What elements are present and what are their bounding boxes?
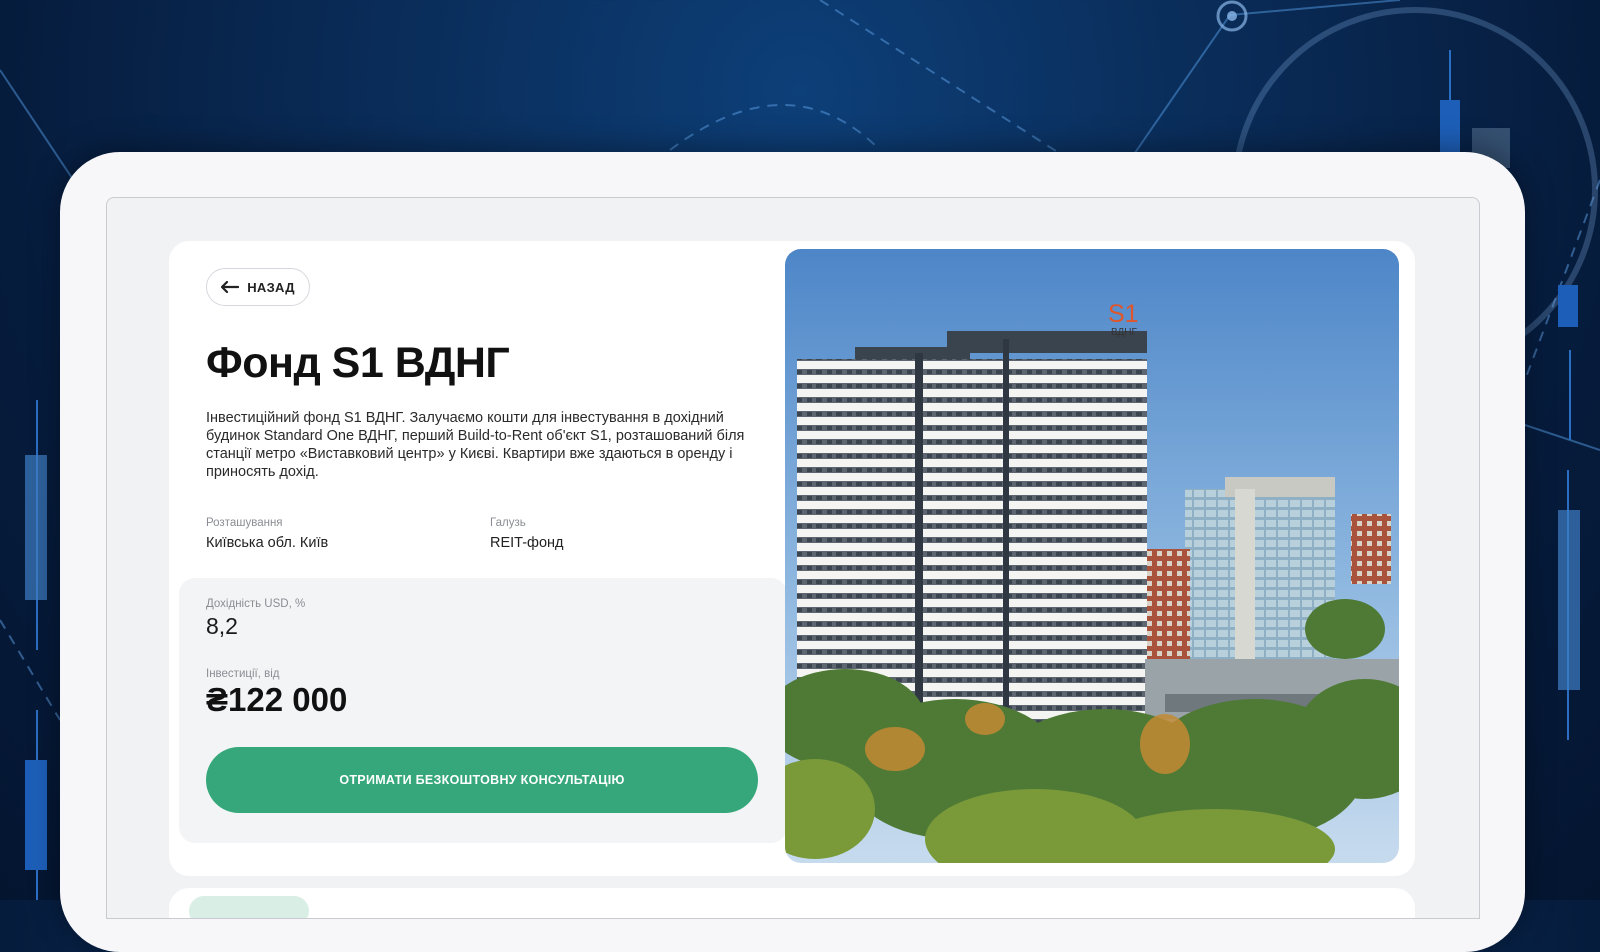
building-photo: S1 ВДНГ (785, 249, 1399, 863)
location-label: Розташування (206, 517, 283, 529)
industry-label: Галузь (490, 517, 526, 529)
arrow-left-icon (221, 281, 240, 293)
logo-vdng: ВДНГ (1111, 327, 1137, 338)
fund-card: НАЗАД Фонд S1 ВДНГ Інвестиційний фонд S1… (169, 241, 1415, 876)
location-value: Київська обл. Київ (206, 535, 329, 551)
next-section-tag (189, 896, 309, 918)
fund-description: Інвестиційний фонд S1 ВДНГ. Залучаємо ко… (206, 410, 745, 480)
yield-value: 8,2 (206, 613, 238, 639)
investment-panel: Дохідність USD, % 8,2 Інвестиції, від ₴1… (179, 578, 787, 843)
back-button-label: НАЗАД (247, 279, 295, 295)
tablet-screen: НАЗАД Фонд S1 ВДНГ Інвестиційний фонд S1… (106, 197, 1480, 919)
consultation-button[interactable]: ОТРИМАТИ БЕЗКОШТОВНУ КОНСУЛЬТАЦІЮ (206, 747, 758, 813)
logo-s1: S1 (1108, 300, 1139, 328)
yield-label: Дохідність USD, % (206, 598, 306, 610)
page-title: Фонд S1 ВДНГ (206, 339, 510, 387)
back-button[interactable]: НАЗАД (206, 268, 310, 306)
investment-label: Інвестиції, від (206, 668, 280, 680)
industry-value: REIT-фонд (490, 535, 564, 551)
investment-value: ₴122 000 (206, 681, 348, 718)
next-section-card (169, 888, 1415, 918)
